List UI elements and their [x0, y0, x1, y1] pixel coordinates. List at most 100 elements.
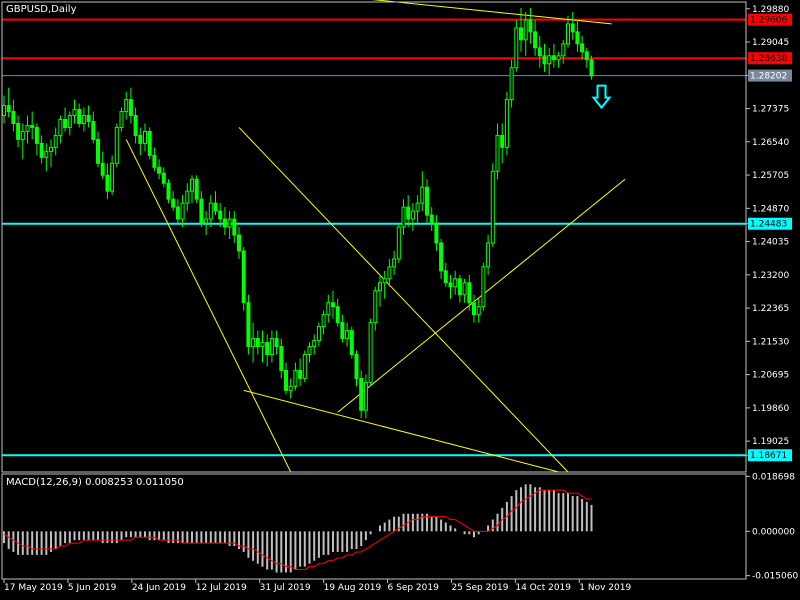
candle [213, 191, 218, 216]
chart-canvas[interactable]: 1.29880 1.29045 1.27375 1.26540 1.25705 1.248… [0, 0, 800, 600]
candle [462, 278, 467, 303]
trendline[interactable] [125, 139, 292, 473]
candle [472, 294, 476, 323]
level-price-label: 1.28638 [750, 54, 787, 64]
candle-body [72, 109, 77, 117]
candle-body [354, 354, 359, 379]
candle-body [396, 226, 401, 260]
candle-body [67, 115, 72, 128]
candle-body [378, 282, 382, 292]
candle-body [265, 342, 270, 355]
candle [514, 19, 519, 72]
candle-body [551, 55, 556, 61]
candle-body [288, 385, 293, 391]
candle-body [25, 124, 30, 132]
candle-body [434, 222, 439, 244]
candle-body [237, 234, 241, 252]
candle [542, 43, 547, 72]
candle-body [161, 172, 166, 184]
candle [453, 270, 458, 295]
candle-body [274, 338, 279, 348]
candle-body [302, 354, 307, 379]
candle [251, 322, 256, 363]
candle-body [255, 338, 260, 348]
candle [30, 111, 35, 140]
price-tick-label: 1.27375 [752, 105, 789, 115]
price-tick-label: 1.29880 [752, 5, 789, 15]
candle [119, 107, 124, 132]
candle [528, 7, 533, 44]
candle-body [81, 115, 86, 124]
candle-body [232, 218, 237, 236]
candle-body [110, 162, 115, 192]
candles-layer [2, 7, 594, 419]
candle [91, 111, 96, 144]
price-tick-label: 1.25705 [752, 171, 789, 181]
macd-tick-label: -0.015060 [752, 572, 798, 582]
candle [345, 322, 350, 347]
candle-body [443, 270, 448, 284]
candle [335, 298, 340, 327]
candle-body [472, 302, 476, 316]
candle [199, 191, 204, 228]
trading-chart-window[interactable]: 1.29880 1.29045 1.27375 1.26540 1.25705 1.248… [0, 0, 800, 600]
candle-body [439, 242, 444, 272]
candle-body [218, 210, 223, 220]
price-tick-label: 1.21530 [752, 337, 789, 347]
candle [551, 43, 556, 68]
candle [316, 322, 321, 347]
candle-body [448, 282, 453, 288]
candle [537, 35, 542, 68]
candle [321, 310, 326, 335]
candle-body [298, 369, 303, 379]
candle [161, 167, 166, 188]
candle-body [401, 206, 406, 228]
candle [434, 215, 439, 251]
candle-body [321, 314, 326, 328]
candle-body [77, 109, 82, 124]
candle [406, 195, 411, 228]
candle-body [246, 302, 251, 348]
trendline[interactable] [238, 127, 569, 473]
candle [255, 330, 260, 355]
candle-body [312, 340, 317, 348]
candle [96, 131, 100, 168]
candle-body [194, 178, 199, 200]
trendline[interactable] [337, 178, 626, 413]
candle-body [53, 134, 58, 148]
candle [293, 362, 298, 391]
arrow-layer [591, 84, 612, 110]
candle-body [166, 182, 171, 200]
candle [34, 123, 39, 156]
candle-body [542, 55, 547, 65]
candle-body [415, 202, 420, 212]
time-tick-label: 14 Oct 2019 [515, 583, 571, 593]
candle [152, 147, 157, 172]
candle [279, 338, 284, 379]
candle [147, 127, 152, 160]
candle [166, 179, 171, 204]
candle [570, 11, 575, 40]
candle [44, 143, 49, 172]
price-tick-label: 1.24870 [752, 204, 789, 214]
candle-body [589, 59, 594, 77]
axes-layer: 1.29880 1.29045 1.27375 1.26540 1.25705 1.248… [1, 1, 798, 593]
candle [241, 246, 246, 311]
candle-body [462, 282, 467, 296]
candle [490, 163, 495, 247]
candle-body [575, 31, 580, 45]
macd-tick-label: 0.018698 [752, 472, 795, 482]
trendline[interactable] [243, 389, 559, 473]
candle [2, 95, 6, 124]
candle-body [199, 198, 204, 224]
candle-body [392, 258, 397, 268]
candle [420, 171, 425, 212]
candle-body [114, 126, 119, 164]
candle-body [331, 302, 335, 308]
candle [143, 123, 147, 152]
candle-body [566, 23, 570, 45]
candle [288, 378, 293, 399]
candle [302, 350, 307, 383]
candle-body [185, 190, 190, 204]
candle-body [124, 99, 129, 113]
